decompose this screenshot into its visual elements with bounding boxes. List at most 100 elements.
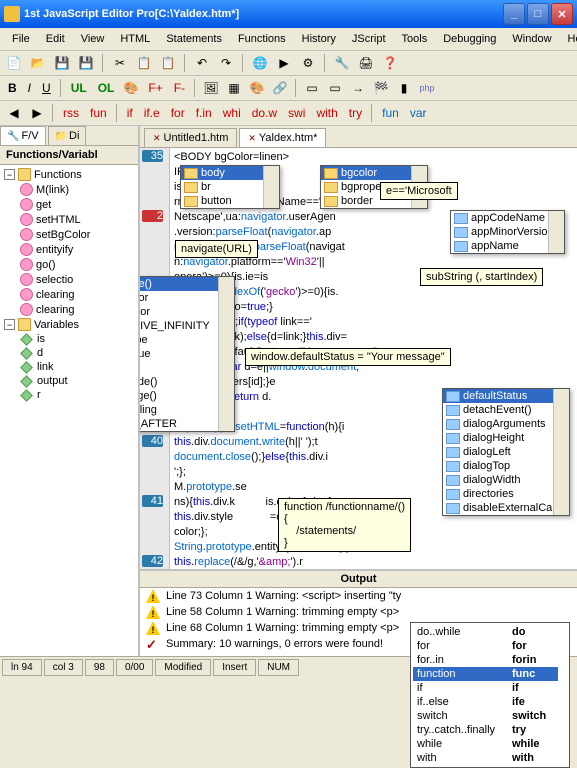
snippet-shortcut[interactable]: func xyxy=(508,667,558,681)
menu-edit[interactable]: Edit xyxy=(38,30,73,48)
run-icon[interactable]: ▶ xyxy=(274,53,294,73)
help-icon[interactable]: ❓ xyxy=(380,53,400,73)
scrollbar[interactable] xyxy=(548,211,564,253)
save-all-icon[interactable]: 💾 xyxy=(76,53,96,73)
paste-icon[interactable]: 📋 xyxy=(158,53,178,73)
popup-item[interactable]: dialogLeft xyxy=(443,445,569,459)
snippet-shortcut[interactable]: with xyxy=(508,751,558,765)
autocomplete-app[interactable]: appCodeNameappMinorVersionappName xyxy=(450,210,565,254)
print-icon[interactable]: 🖨 xyxy=(356,53,376,73)
config-icon[interactable]: ⚙ xyxy=(298,53,318,73)
autocomplete-dialog[interactable]: defaultStatusdetachEvent()dialogArgument… xyxy=(442,388,570,516)
popup-item[interactable]: dialogHeight xyxy=(443,431,569,445)
input-icon[interactable]: ▭ xyxy=(325,78,345,98)
underline-button[interactable]: U xyxy=(38,79,55,97)
kw-try[interactable]: try xyxy=(345,104,366,122)
tree-functions-root[interactable]: −Functions xyxy=(2,167,136,182)
maximize-button[interactable]: □ xyxy=(527,3,549,25)
ol-button[interactable]: OL xyxy=(94,79,119,97)
snippet-item[interactable]: for xyxy=(413,639,508,653)
tree-func-item[interactable]: setBgColor xyxy=(2,227,136,242)
tree-func-item[interactable]: M(link) xyxy=(2,182,136,197)
flag-icon[interactable]: 🏁 xyxy=(371,78,391,98)
editor-tab[interactable]: ✕Untitled1.htm xyxy=(144,128,237,147)
output-item[interactable]: !Line 58 Column 1 Warning: trimming empt… xyxy=(140,604,577,620)
menu-debugging[interactable]: Debugging xyxy=(435,30,504,48)
menu-file[interactable]: File xyxy=(4,30,38,48)
italic-button[interactable]: I xyxy=(24,79,35,97)
form-icon[interactable]: ▭ xyxy=(302,78,322,98)
arrow-icon[interactable]: → xyxy=(348,78,368,98)
snippet-shortcut[interactable]: do xyxy=(508,625,558,639)
kw-f.in[interactable]: f.in xyxy=(192,104,216,122)
close-button[interactable]: ✕ xyxy=(551,3,573,25)
snippet-item[interactable]: for..in xyxy=(413,653,508,667)
tree-toggle-icon[interactable]: − xyxy=(4,169,15,180)
copy-icon[interactable]: 📋 xyxy=(134,53,154,73)
save-icon[interactable]: 💾 xyxy=(52,53,72,73)
snippet-shortcut[interactable]: while xyxy=(508,737,558,751)
kw-rss[interactable]: rss xyxy=(59,104,83,122)
tree-variables-root[interactable]: −Variables xyxy=(2,317,136,332)
kw-do.w[interactable]: do.w xyxy=(248,104,281,122)
code-line[interactable]: this.replace(/&/g,'&amp;').r xyxy=(174,555,573,569)
kw-fun[interactable]: fun xyxy=(86,104,111,122)
tree-var-item[interactable]: d xyxy=(2,346,136,360)
snippet-shortcut[interactable]: for xyxy=(508,639,558,653)
kw-whi[interactable]: whi xyxy=(219,104,245,122)
snippet-item[interactable]: switch xyxy=(413,709,508,723)
snippet-item[interactable]: if..else xyxy=(413,695,508,709)
snippet-shortcut[interactable]: forin xyxy=(508,653,558,667)
popup-item[interactable]: disableExternalCap xyxy=(443,501,569,515)
kw-if[interactable]: if xyxy=(123,104,137,122)
link-icon[interactable]: 🔗 xyxy=(270,78,290,98)
font-plus-button[interactable]: F+ xyxy=(144,79,166,97)
menu-tools[interactable]: Tools xyxy=(394,30,436,48)
tree-toggle-icon[interactable]: − xyxy=(4,319,15,330)
menu-jscript[interactable]: JScript xyxy=(344,30,394,48)
snippet-popup[interactable]: do..whileforfor..infunctionifif..elseswi… xyxy=(410,622,570,768)
open-file-icon[interactable]: 📂 xyxy=(28,53,48,73)
tree-func-item[interactable]: setHTML xyxy=(2,212,136,227)
code-editor[interactable]: 352404142 <BODY bgColor=linen>IPT>is={ie… xyxy=(140,148,577,569)
tree-var-item[interactable]: output xyxy=(2,374,136,388)
table-icon[interactable]: ▦ xyxy=(224,78,244,98)
browser-icon[interactable]: 🌐 xyxy=(250,53,270,73)
image-icon[interactable]: 🖼 xyxy=(201,78,221,98)
color-swatch-icon[interactable]: 🎨 xyxy=(121,78,141,98)
popup-item[interactable]: dialogTop xyxy=(443,459,569,473)
kw-if.e[interactable]: if.e xyxy=(140,104,164,122)
tree-var-item[interactable]: is xyxy=(2,332,136,346)
kw-for[interactable]: for xyxy=(167,104,189,122)
snippet-item[interactable]: if xyxy=(413,681,508,695)
tree-func-item[interactable]: selectio xyxy=(2,272,136,287)
sidebar-tab-di[interactable]: 📁 Di xyxy=(48,126,87,145)
minimize-button[interactable]: _ xyxy=(503,3,525,25)
scrollbar[interactable] xyxy=(553,389,569,515)
snippet-item[interactable]: with xyxy=(413,751,508,765)
tree-var-item[interactable]: r xyxy=(2,388,136,402)
menu-view[interactable]: View xyxy=(73,30,113,48)
barcode-icon[interactable]: ▮ xyxy=(394,78,414,98)
menu-functions[interactable]: Functions xyxy=(230,30,294,48)
output-item[interactable]: !Line 73 Column 1 Warning: <script> inse… xyxy=(140,588,577,604)
snippet-shortcut[interactable]: switch xyxy=(508,709,558,723)
autocomplete-nav[interactable]: navigate()navigatorNavigatorNEGATIVE_INF… xyxy=(140,276,235,432)
popup-item[interactable]: dialogArguments xyxy=(443,417,569,431)
menu-help[interactable]: Help xyxy=(560,30,577,48)
menu-html[interactable]: HTML xyxy=(112,30,158,48)
scrollbar[interactable] xyxy=(263,166,279,208)
cut-icon[interactable]: ✂ xyxy=(110,53,130,73)
bold-button[interactable]: B xyxy=(4,79,21,97)
tree-var-item[interactable]: link xyxy=(2,360,136,374)
tab-close-icon[interactable]: ✕ xyxy=(248,133,256,144)
editor-tab[interactable]: ✕Yaldex.htm* xyxy=(239,128,326,147)
redo-icon[interactable]: ↷ xyxy=(216,53,236,73)
popup-item[interactable]: dialogWidth xyxy=(443,473,569,487)
ul-button[interactable]: UL xyxy=(67,79,91,97)
snippet-item[interactable]: function xyxy=(413,667,508,681)
snippet-shortcut[interactable]: if xyxy=(508,681,558,695)
tree-func-item[interactable]: entityify xyxy=(2,242,136,257)
tree-func-item[interactable]: get xyxy=(2,197,136,212)
snippet-shortcut[interactable]: ife xyxy=(508,695,558,709)
